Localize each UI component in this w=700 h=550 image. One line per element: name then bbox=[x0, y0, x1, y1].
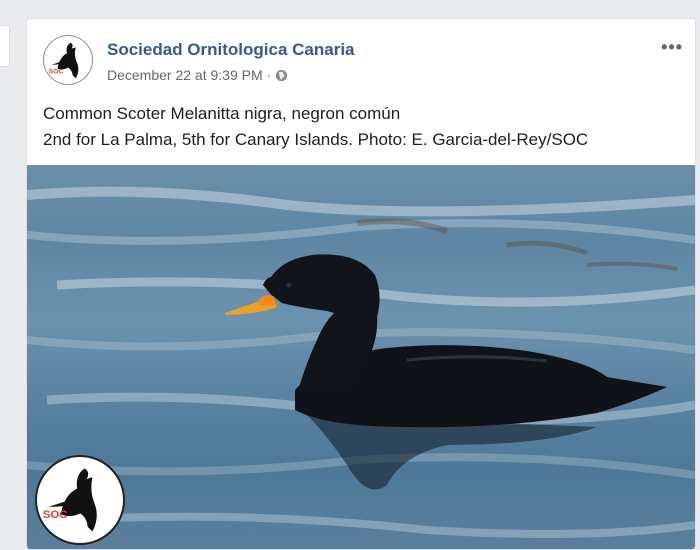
bird-logo-icon: SOC bbox=[49, 42, 79, 79]
post-photo[interactable]: SOC bbox=[27, 165, 695, 549]
post-timestamp[interactable]: December 22 at 9:39 PM bbox=[107, 67, 263, 83]
post-meta: December 22 at 9:39 PM · bbox=[107, 67, 288, 83]
caption-line: Common Scoter Melanitta nigra, negron co… bbox=[43, 104, 401, 123]
bird-logo-icon: SOC bbox=[43, 468, 97, 532]
adjacent-card-edge bbox=[0, 25, 10, 67]
post-caption: Common Scoter Melanitta nigra, negron co… bbox=[43, 101, 683, 153]
watermark-logo: SOC bbox=[35, 455, 125, 545]
caption-line: 2nd for La Palma, 5th for Canary Islands… bbox=[43, 130, 589, 149]
meta-separator: · bbox=[266, 67, 272, 83]
globe-icon[interactable] bbox=[275, 69, 288, 82]
page-name-link[interactable]: Sociedad Ornitologica Canaria bbox=[107, 40, 355, 60]
scoter-photo-illustration bbox=[27, 186, 695, 538]
page-avatar[interactable]: SOC bbox=[43, 35, 93, 85]
svg-text:SOC: SOC bbox=[49, 68, 64, 75]
post-card: SOC Sociedad Ornitologica Canaria Decemb… bbox=[26, 18, 696, 550]
svg-text:SOC: SOC bbox=[43, 509, 68, 521]
more-options-icon[interactable]: ••• bbox=[661, 37, 683, 58]
